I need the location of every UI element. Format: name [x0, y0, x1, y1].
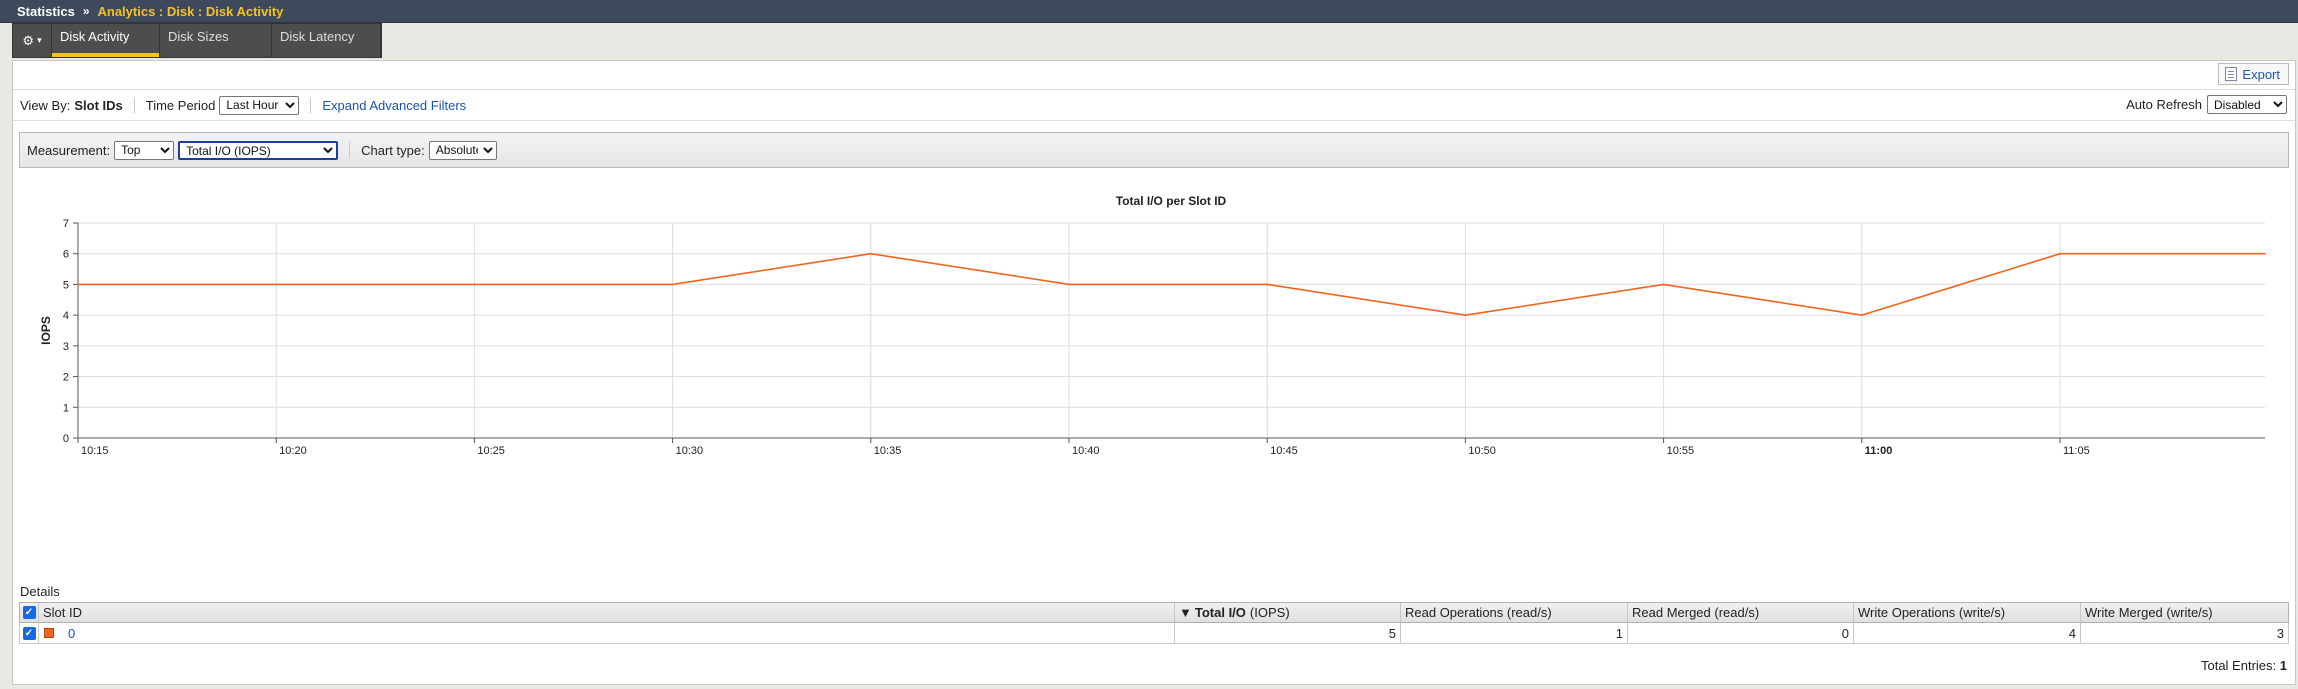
x-tick-label: 10:35	[874, 445, 902, 457]
details-heading: Details	[20, 584, 60, 599]
data-point	[275, 283, 278, 286]
breadcrumb-separator: »	[82, 4, 90, 18]
details-table-header: ✓ Slot ID ▼ Total I/O (IOPS) Read Operat…	[19, 602, 2289, 623]
y-tick-label: 0	[63, 433, 69, 445]
column-header-read-merged[interactable]: Read Merged (read/s)	[1628, 603, 1854, 622]
table-row: ✓ 0 5 1 0 4 3	[19, 623, 2289, 644]
view-by-value[interactable]: Slot IDs	[74, 98, 122, 113]
x-tick-label: 10:20	[279, 445, 307, 457]
view-toolbar: View By: Slot IDs Time Period Last Hour …	[13, 89, 2295, 121]
check-icon: ✓	[22, 626, 36, 640]
check-icon: ✓	[22, 606, 36, 619]
column-header-read-ops[interactable]: Read Operations (read/s)	[1401, 603, 1628, 622]
measurement-metric-select[interactable]: Total I/O (IOPS)	[178, 140, 339, 160]
column-header-slot-id[interactable]: Slot ID	[39, 603, 1175, 622]
data-point	[1464, 314, 1467, 316]
measurement-label: Measurement:	[27, 142, 111, 158]
data-point	[870, 252, 872, 255]
breadcrumb-root[interactable]: Statistics	[17, 4, 75, 19]
row-checkbox[interactable]: ✓	[20, 623, 39, 643]
y-tick-label: 5	[63, 279, 69, 291]
time-period-label: Time Period	[145, 97, 216, 113]
y-tick-label: 3	[63, 341, 69, 353]
data-point	[2264, 252, 2266, 255]
total-io-label: Total I/O	[1194, 605, 1246, 620]
measurement-bar: Measurement: Top Total I/O (IOPS) Chart …	[19, 132, 2289, 168]
data-point	[77, 283, 79, 286]
chevron-down-icon: ▾	[37, 35, 42, 45]
x-tick-label: 10:50	[1468, 445, 1496, 457]
export-button[interactable]: Export	[2218, 63, 2289, 85]
write-ops-value: 4	[1854, 623, 2081, 643]
x-tick-label: 10:55	[1667, 445, 1695, 457]
divider	[349, 142, 351, 158]
slot-id-link[interactable]: 0	[68, 626, 75, 641]
view-by-label: View By:	[20, 97, 71, 113]
column-header-write-merged[interactable]: Write Merged (write/s)	[2081, 603, 2288, 622]
total-io-value: 5	[1175, 623, 1401, 643]
y-tick-label: 2	[63, 372, 69, 384]
auto-refresh-label: Auto Refresh	[2126, 97, 2202, 112]
y-axis-label: IOPS	[39, 316, 53, 345]
data-point	[671, 283, 674, 286]
expand-advanced-filters-link[interactable]: Expand Advanced Filters	[322, 98, 466, 113]
divider	[133, 97, 135, 113]
tab-strip: ⚙ ▾ Disk Activity Disk Sizes Disk Latency	[12, 23, 382, 58]
data-point	[1068, 283, 1070, 286]
total-entries: Total Entries: 1	[2201, 658, 2287, 673]
chart-type-label: Chart type:	[361, 142, 425, 158]
chart-title: Total I/O per Slot ID	[1116, 194, 1227, 208]
sort-desc-icon: ▼	[1179, 605, 1192, 620]
line-chart: Total I/O per Slot ID IOPS 0 1 2 3 4 5 6 7 10:15 10…	[39, 194, 2266, 457]
tab-disk-activity[interactable]: Disk Activity	[52, 24, 160, 57]
column-header-write-ops[interactable]: Write Operations (write/s)	[1854, 603, 2081, 622]
data-point	[1662, 283, 1665, 286]
x-tick-label: 11:00	[1865, 445, 1893, 457]
auto-refresh: Auto Refresh Disabled	[2126, 95, 2287, 114]
column-header-total-io[interactable]: ▼ Total I/O (IOPS)	[1175, 603, 1401, 622]
x-tick-label: 10:25	[477, 445, 505, 457]
total-entries-label: Total Entries:	[2200, 658, 2277, 673]
divider	[310, 97, 312, 113]
gear-menu-button[interactable]: ⚙ ▾	[13, 24, 52, 57]
total-entries-value: 1	[2279, 658, 2287, 673]
select-all-checkbox[interactable]: ✓	[20, 603, 39, 622]
x-tick-label: 10:15	[81, 445, 109, 457]
chart-type-select[interactable]: Absolute	[428, 140, 497, 160]
x-tick-label: 10:45	[1270, 445, 1298, 457]
series-color-swatch	[44, 628, 54, 638]
read-ops-value: 1	[1401, 623, 1628, 643]
y-tick-label: 6	[63, 249, 69, 261]
data-point	[2059, 252, 2061, 255]
total-io-unit: (IOPS)	[1249, 605, 1290, 620]
tab-disk-latency[interactable]: Disk Latency	[272, 24, 381, 57]
time-period-select[interactable]: Last Hour	[219, 95, 300, 115]
read-merged-value: 0	[1628, 623, 1854, 643]
x-tick-label: 10:40	[1072, 445, 1100, 457]
data-point	[1861, 314, 1863, 316]
slot-id-cell: 0	[39, 623, 1175, 643]
export-icon	[2225, 67, 2238, 81]
data-point	[1266, 283, 1268, 286]
x-tick-label: 11:05	[2063, 445, 2090, 457]
y-tick-label: 4	[63, 310, 69, 322]
breadcrumb: Statistics » Analytics : Disk : Disk Act…	[0, 0, 2298, 23]
data-point	[473, 283, 476, 286]
export-label: Export	[2242, 66, 2280, 82]
write-merged-value: 3	[2276, 625, 2284, 641]
y-tick-label: 7	[63, 218, 69, 230]
breadcrumb-path: Analytics : Disk : Disk Activity	[97, 3, 284, 19]
auto-refresh-select[interactable]: Disabled	[2207, 95, 2287, 114]
tab-disk-sizes[interactable]: Disk Sizes	[160, 24, 272, 57]
y-tick-label: 1	[63, 402, 69, 414]
main-panel: Export View By: Slot IDs Time Period Las…	[12, 60, 2296, 685]
measurement-mode-select[interactable]: Top	[114, 140, 175, 160]
gear-icon: ⚙	[22, 32, 35, 48]
x-tick-label: 10:30	[676, 445, 704, 457]
